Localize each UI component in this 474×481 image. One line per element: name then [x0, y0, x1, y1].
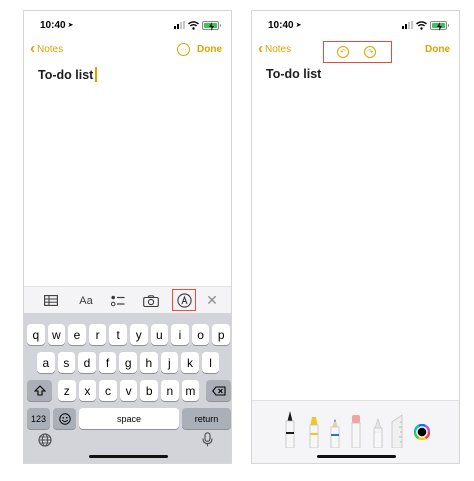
done-button[interactable]: Done [197, 44, 222, 55]
back-button[interactable]: ‹ Notes [30, 40, 64, 57]
key[interactable]: s [57, 352, 76, 373]
table-icon[interactable] [43, 291, 59, 310]
done-button[interactable]: Done [425, 44, 450, 55]
shift-key[interactable] [27, 380, 52, 401]
key[interactable]: z [58, 380, 76, 401]
key[interactable]: t [109, 324, 127, 345]
key[interactable]: n [161, 380, 179, 401]
key[interactable]: p [212, 324, 230, 345]
back-button[interactable]: ‹ Notes [258, 40, 292, 57]
key[interactable]: o [191, 324, 210, 345]
chevron-left-icon: ‹ [30, 40, 35, 57]
phone-screen-keyboard: 10:40 ➤ ‹ Notes ··· Done To-do list Aa ✕ q… [23, 10, 232, 464]
redo-icon[interactable]: ↷ [364, 46, 376, 58]
microphone-icon[interactable] [202, 432, 213, 452]
space-key[interactable]: space [79, 408, 179, 429]
checklist-icon[interactable] [110, 291, 126, 310]
nav-bar: ‹ Notes ↶ ↷ Done [252, 41, 459, 63]
key[interactable]: v [119, 380, 138, 401]
keyboard: qwertyuiop asdfghjkl zxcvbnm 123 space r… [24, 313, 231, 463]
camera-icon[interactable] [142, 291, 160, 310]
marker-icon[interactable] [309, 416, 319, 453]
key[interactable]: a [37, 352, 55, 373]
delete-key[interactable] [206, 380, 231, 401]
phone-screen-markup: 10:40 ➤ ‹ Notes ↶ ↷ Done To-do list [251, 10, 460, 464]
key[interactable]: b [140, 380, 158, 401]
home-indicator[interactable] [317, 455, 396, 458]
undo-icon[interactable]: ↶ [337, 46, 349, 58]
color-picker-icon[interactable] [413, 423, 431, 445]
location-arrow-icon: ➤ [295, 22, 302, 29]
globe-icon[interactable] [38, 433, 52, 452]
emoji-key[interactable] [53, 408, 76, 429]
chevron-left-icon: ‹ [258, 40, 263, 57]
note-title[interactable]: To-do list [38, 67, 97, 82]
markup-button[interactable] [172, 289, 196, 311]
ruler-icon[interactable] [390, 414, 404, 453]
nav-bar: ‹ Notes ··· Done [24, 41, 231, 63]
close-icon[interactable]: ✕ [205, 291, 219, 310]
pen-icon[interactable] [285, 410, 295, 453]
text-cursor [95, 67, 97, 82]
keyboard-toolbar: Aa ✕ [24, 286, 231, 313]
signal-icon [402, 21, 413, 29]
key[interactable]: l [201, 352, 220, 373]
numbers-key[interactable]: 123 [27, 408, 50, 429]
key[interactable]: w [47, 324, 66, 345]
pencil-icon[interactable] [330, 418, 340, 453]
wifi-icon [416, 20, 427, 30]
key[interactable]: f [98, 352, 117, 373]
return-key[interactable]: return [182, 408, 231, 429]
key[interactable]: j [160, 352, 179, 373]
shift-icon [33, 385, 46, 396]
key[interactable]: g [119, 352, 137, 373]
key[interactable]: c [99, 380, 117, 401]
emoji-icon [58, 412, 71, 425]
key[interactable]: y [130, 324, 148, 345]
back-label: Notes [265, 43, 292, 55]
key[interactable]: e [68, 324, 86, 345]
key[interactable]: d [78, 352, 96, 373]
markup-icon [176, 292, 192, 308]
battery-icon [202, 20, 221, 31]
battery-icon [430, 20, 449, 31]
back-label: Notes [37, 43, 64, 55]
undo-redo-group: ↶ ↷ [323, 41, 392, 63]
key[interactable]: r [88, 324, 107, 345]
home-indicator[interactable] [89, 455, 168, 458]
key[interactable]: u [150, 324, 169, 345]
location-arrow-icon: ➤ [67, 22, 74, 29]
status-time: 10:40 ➤ [268, 20, 302, 31]
status-time: 10:40 ➤ [40, 20, 74, 31]
key[interactable]: q [27, 324, 45, 345]
key[interactable]: m [181, 380, 200, 401]
delete-icon [211, 385, 226, 396]
status-bar: 10:40 ➤ [252, 11, 459, 39]
signal-icon [174, 21, 185, 29]
status-bar: 10:40 ➤ [24, 11, 231, 39]
key[interactable]: k [181, 352, 199, 373]
key[interactable]: i [171, 324, 189, 345]
key[interactable]: h [140, 352, 158, 373]
note-title[interactable]: To-do list [266, 67, 321, 81]
more-icon[interactable]: ··· [177, 43, 190, 56]
format-button[interactable]: Aa [76, 291, 96, 310]
eraser-icon[interactable] [351, 414, 361, 453]
key[interactable]: x [78, 380, 97, 401]
wifi-icon [188, 20, 199, 30]
lasso-icon[interactable] [373, 418, 383, 453]
